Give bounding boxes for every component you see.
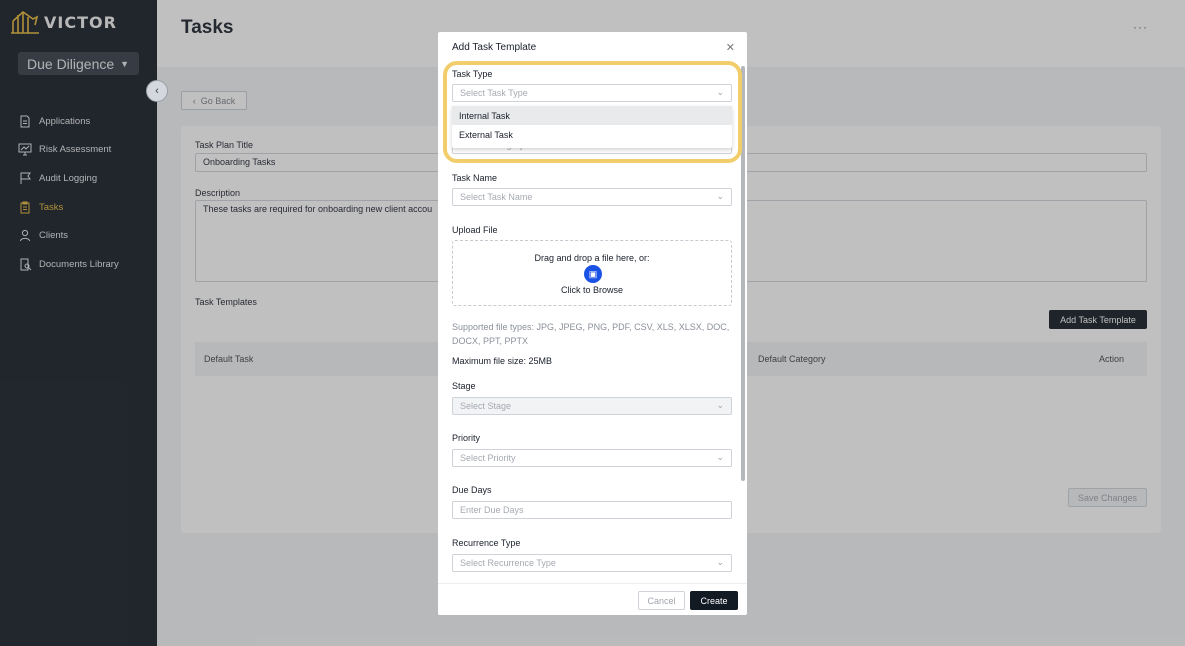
recurrence-type-select[interactable]: Select Recurrence Type ⌄ — [452, 554, 732, 572]
modal-footer: Cancel Create — [438, 583, 747, 615]
stage-label: Stage — [452, 381, 476, 391]
recurrence-placeholder: Select Recurrence Type — [460, 558, 556, 568]
browse-link[interactable]: Click to Browse — [453, 285, 731, 295]
task-name-placeholder: Select Task Name — [460, 192, 533, 202]
upload-icon[interactable]: ▣ — [584, 265, 602, 283]
priority-select[interactable]: Select Priority ⌄ — [452, 449, 732, 467]
file-dropzone[interactable]: Drag and drop a file here, or: ▣ Click t… — [452, 240, 732, 306]
task-name-select[interactable]: Select Task Name ⌄ — [452, 188, 732, 206]
priority-placeholder: Select Priority — [460, 453, 516, 463]
chevron-down-icon: ⌄ — [716, 557, 724, 567]
chevron-down-icon: ⌄ — [716, 400, 724, 410]
create-button[interactable]: Create — [690, 591, 738, 610]
focus-highlight — [443, 61, 742, 163]
chevron-left-icon: ‹ — [155, 85, 159, 97]
recurrence-type-label: Recurrence Type — [452, 538, 521, 548]
dropzone-instructions: Drag and drop a file here, or: — [534, 253, 650, 263]
supported-file-types: Supported file types: JPG, JPEG, PNG, PD… — [452, 322, 730, 346]
chevron-down-icon: ⌄ — [716, 452, 724, 462]
due-days-label: Due Days — [452, 485, 492, 495]
due-days-placeholder: Enter Due Days — [460, 505, 524, 515]
stage-placeholder: Select Stage — [460, 401, 512, 411]
max-file-size: Maximum file size: 25MB — [452, 356, 553, 366]
task-name-label: Task Name — [452, 173, 498, 183]
stage-select[interactable]: Select Stage ⌄ — [452, 397, 732, 415]
modal-title: Add Task Template — [452, 42, 537, 53]
priority-label: Priority — [452, 433, 481, 443]
collapse-sidebar-button[interactable]: ‹ — [146, 80, 168, 102]
upload-file-label: Upload File — [452, 225, 498, 235]
chevron-down-icon: ⌄ — [716, 191, 724, 201]
due-days-input[interactable]: Enter Due Days — [452, 501, 732, 519]
close-icon[interactable]: ✕ — [726, 41, 735, 54]
cancel-button[interactable]: Cancel — [638, 591, 685, 610]
